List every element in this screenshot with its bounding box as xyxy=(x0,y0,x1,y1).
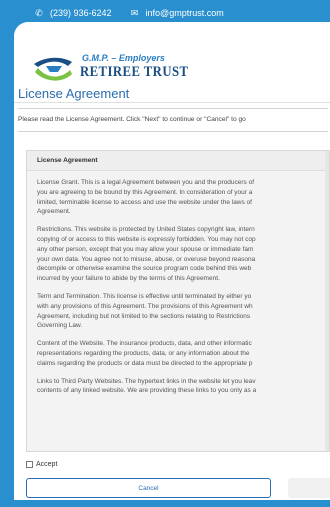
phone-icon: ✆ xyxy=(35,7,43,18)
logo-mark-icon xyxy=(34,57,72,81)
accept-checkbox[interactable]: Accept xyxy=(26,461,57,468)
agreement-paragraph-links: Links to Third Party Websites. The hyper… xyxy=(37,377,257,395)
page-bottom-edge xyxy=(0,500,330,507)
agreement-heading: License Agreement xyxy=(37,157,98,164)
email-icon: ✉ xyxy=(130,7,139,18)
contact-email[interactable]: info@gmptrust.com xyxy=(146,8,224,18)
next-button[interactable] xyxy=(288,478,330,498)
agreement-scrollbar[interactable] xyxy=(325,151,329,451)
agreement-paragraph-grant: License Grant. This is a legal Agreement… xyxy=(37,179,255,216)
page-title: License Agreement xyxy=(18,86,130,101)
license-agreement-panel[interactable]: License Agreement License Grant. This is… xyxy=(26,150,330,452)
header-divider xyxy=(14,102,330,103)
contact-phone[interactable]: (239) 936-6242 xyxy=(50,8,112,18)
brand-line-2: RETIREE TRUST xyxy=(80,64,189,80)
agreement-header: License Agreement xyxy=(27,151,329,171)
brand-logo[interactable]: G.M.P. – Employers RETIREE TRUST xyxy=(32,50,202,90)
title-divider xyxy=(18,108,328,109)
agreement-paragraph-restrictions: Restrictions. This website is protected … xyxy=(37,226,256,283)
agreement-body: License Grant. This is a legal Agreement… xyxy=(37,178,329,404)
checkbox-icon[interactable] xyxy=(26,461,33,468)
cancel-button[interactable]: Cancel xyxy=(26,478,271,498)
instructions-divider xyxy=(18,131,328,132)
accept-label: Accept xyxy=(36,461,58,468)
instructions-text: Please read the License Agreement. Click… xyxy=(18,116,246,123)
agreement-paragraph-content: Content of the Website. The insurance pr… xyxy=(37,340,253,367)
brand-line-1: G.M.P. – Employers xyxy=(82,53,165,63)
agreement-paragraph-termination: Term and Termination. This license is ef… xyxy=(37,292,253,330)
